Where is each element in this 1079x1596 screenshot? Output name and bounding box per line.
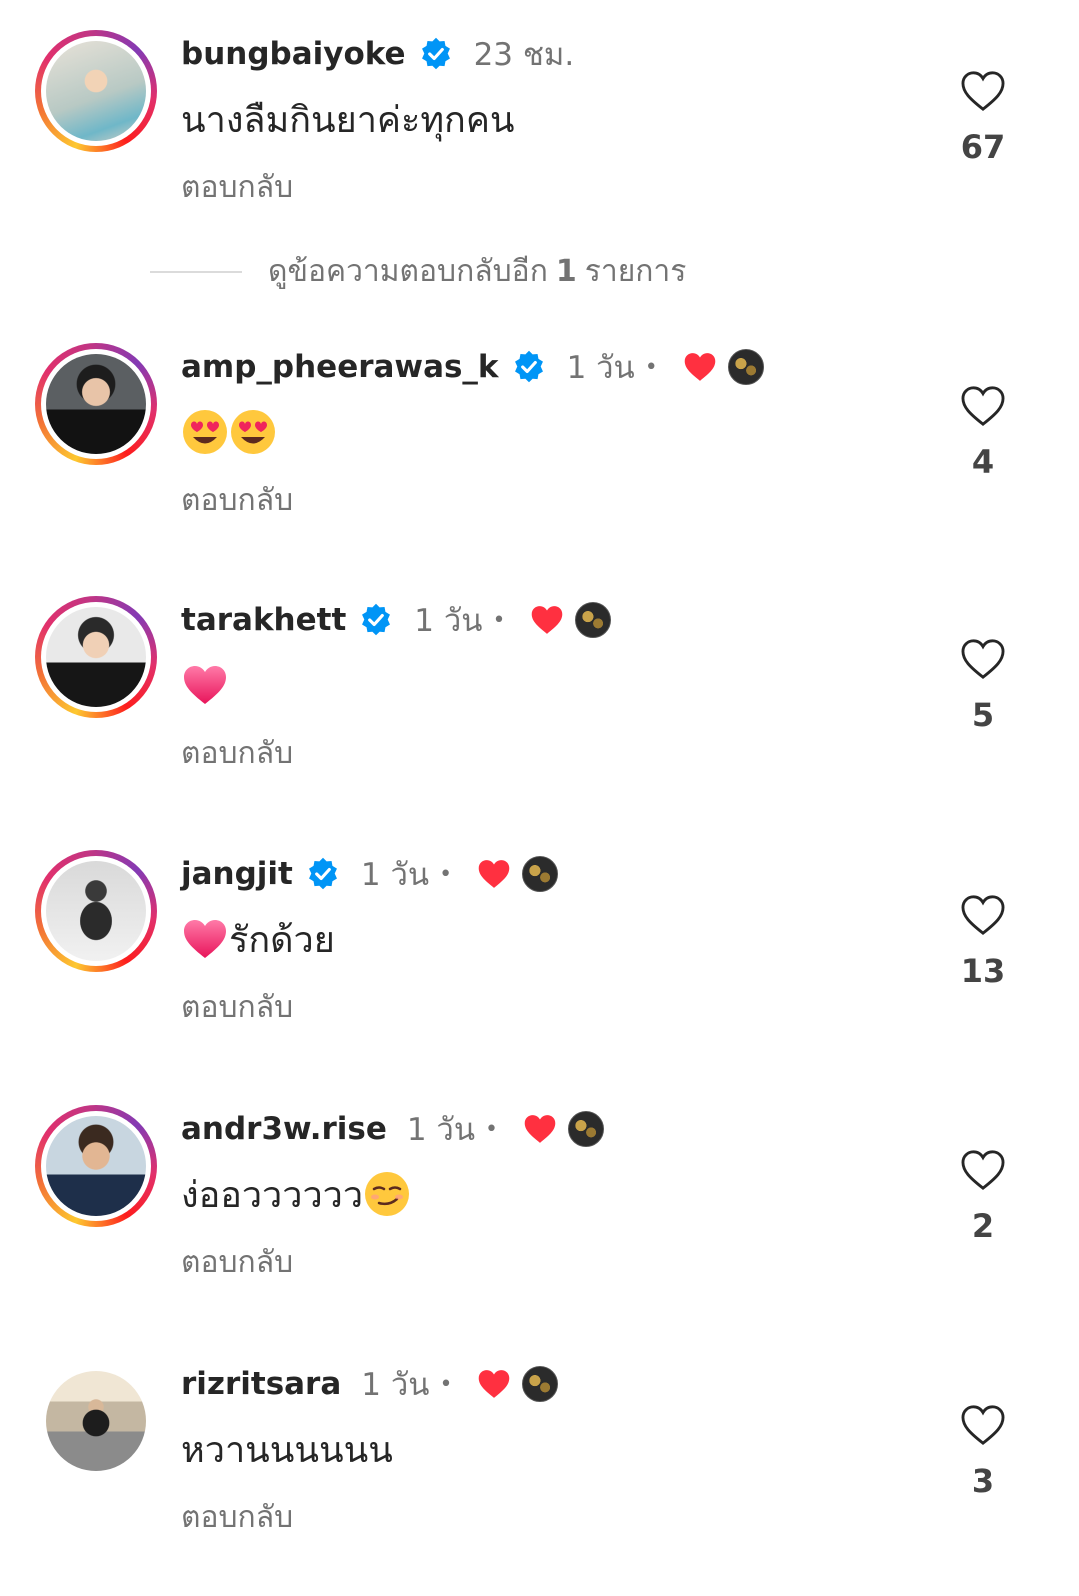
- like-count: 67: [960, 128, 1006, 166]
- verified-badge-icon: [514, 350, 543, 383]
- creator-avatar: [522, 1366, 559, 1402]
- comment-text: หวานนนนนน: [181, 1429, 393, 1471]
- verified-badge-icon: [308, 857, 337, 890]
- separator-dot: •: [485, 1116, 499, 1142]
- heart-eyes-face-emoji: [183, 410, 227, 454]
- creator-liked-heart-icon: [532, 606, 563, 634]
- creator-avatar: [727, 349, 764, 385]
- comment-text: รักด้วย: [229, 919, 335, 961]
- reply-button[interactable]: ตอบกลับ: [181, 477, 921, 524]
- separator-dot: •: [644, 354, 658, 380]
- comment-time: 1 วัน: [414, 603, 483, 639]
- like-heart-icon[interactable]: [960, 385, 1006, 427]
- avatar[interactable]: [46, 1371, 146, 1471]
- smirking-face-emoji: [365, 1172, 410, 1216]
- username[interactable]: jangjit: [181, 856, 293, 892]
- comment-time: 23 ชม.: [473, 37, 575, 73]
- reply-button[interactable]: ตอบกลับ: [181, 1239, 921, 1286]
- view-more-replies-button[interactable]: ดูข้อความตอบกลับอีก 1 รายการ: [150, 248, 686, 295]
- like-heart-icon[interactable]: [960, 1149, 1006, 1191]
- like-count: 2: [971, 1207, 995, 1245]
- creator-avatar: [522, 856, 559, 892]
- username[interactable]: bungbaiyoke: [181, 36, 406, 72]
- verified-badge-icon: [421, 37, 450, 70]
- verified-badge-icon: [362, 603, 391, 636]
- view-replies-count: 1: [555, 254, 577, 289]
- like-heart-icon[interactable]: [960, 1404, 1006, 1446]
- reply-button[interactable]: ตอบกลับ: [181, 164, 921, 211]
- creator-liked-heart-icon: [684, 353, 716, 381]
- avatar-story-ring[interactable]: [35, 850, 157, 972]
- avatar-story-ring[interactable]: [35, 343, 157, 465]
- pink-heart-emoji: [184, 920, 226, 958]
- comment-time: 1 วัน: [360, 857, 430, 893]
- heart-eyes-face-emoji: [231, 410, 275, 454]
- divider-line: [150, 270, 242, 273]
- separator-dot: •: [492, 607, 506, 633]
- separator-dot: •: [439, 1371, 453, 1397]
- comment-text: นางลืมกินยาค่ะทุกคน: [181, 99, 515, 141]
- avatar[interactable]: [46, 41, 146, 141]
- like-heart-icon[interactable]: [960, 70, 1006, 112]
- reply-button[interactable]: ตอบกลับ: [181, 984, 921, 1031]
- creator-avatar: [575, 602, 612, 638]
- comment-time: 1 วัน: [566, 350, 635, 386]
- like-count: 3: [971, 1462, 995, 1500]
- avatar-story-ring[interactable]: [35, 1105, 157, 1227]
- comment-text: ง่ออวววววว: [181, 1174, 364, 1216]
- like-count: 13: [960, 952, 1006, 990]
- avatar-container[interactable]: [35, 1360, 157, 1482]
- avatar[interactable]: [46, 354, 146, 454]
- like-heart-icon[interactable]: [960, 638, 1006, 680]
- username[interactable]: rizritsara: [181, 1366, 341, 1402]
- avatar-story-ring[interactable]: [35, 30, 157, 152]
- like-count: 4: [971, 443, 995, 481]
- username[interactable]: amp_pheerawas_k: [181, 349, 499, 385]
- comment-time: 1 วัน: [361, 1367, 430, 1403]
- avatar-story-ring[interactable]: [35, 596, 157, 718]
- creator-liked-heart-icon: [479, 1370, 510, 1398]
- username[interactable]: tarakhett: [181, 602, 346, 638]
- view-replies-prefix: ดูข้อความตอบกลับอีก: [268, 254, 548, 289]
- avatar[interactable]: [46, 1116, 146, 1216]
- like-count: 5: [971, 696, 995, 734]
- comment-time: 1 วัน: [406, 1112, 476, 1148]
- reply-button[interactable]: ตอบกลับ: [181, 730, 921, 777]
- creator-liked-heart-icon: [524, 1115, 556, 1143]
- creator-liked-heart-icon: [478, 860, 510, 888]
- pink-heart-emoji: [184, 666, 226, 704]
- avatar[interactable]: [46, 607, 146, 707]
- reply-button[interactable]: ตอบกลับ: [181, 1494, 921, 1541]
- avatar[interactable]: [46, 861, 146, 961]
- separator-dot: •: [439, 861, 453, 887]
- like-heart-icon[interactable]: [960, 894, 1006, 936]
- creator-avatar: [568, 1111, 605, 1147]
- view-replies-suffix: รายการ: [584, 254, 687, 289]
- username[interactable]: andr3w.rise: [181, 1111, 387, 1147]
